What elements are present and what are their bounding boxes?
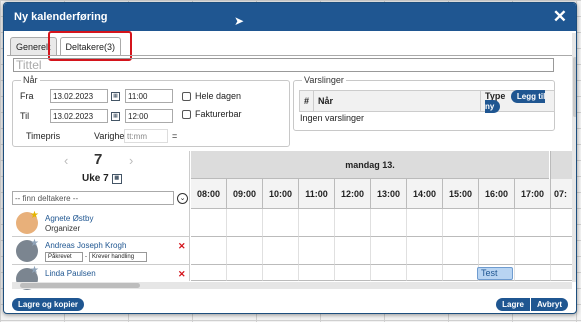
hour-label: 13:00 [371, 179, 407, 209]
scrollbar-thumb[interactable] [20, 283, 140, 288]
participant-name[interactable]: Linda Paulsen [45, 269, 96, 278]
duration-input[interactable]: tt:mm [124, 129, 168, 143]
hour-label: 11:00 [299, 179, 335, 209]
week-row: Uke 7 ▦ [82, 173, 127, 184]
from-row: Fra 13.02.2023 ▦ 11:00 [20, 89, 173, 103]
hour-label: 17:00 [515, 179, 551, 209]
participants-panel: ‹ 7 › Uke 7 ▦ -- finn deltakere -- ⌄ ★ A… [12, 151, 190, 290]
cancel-button[interactable]: Avbryt [530, 298, 568, 311]
to-row: Til 13.02.2023 ▦ 12:00 [20, 109, 173, 123]
to-time-input[interactable]: 12:00 [125, 109, 173, 123]
week-label: Uke 7 [82, 173, 109, 184]
hour-label: 09:00 [227, 179, 263, 209]
find-participants-row: -- finn deltakere -- ⌄ [12, 191, 190, 205]
participant-row: ★ Andreas Joseph Krogh Påkrevet - Krever… [12, 237, 190, 265]
separator: - [85, 254, 87, 260]
tab-highlight-annotation [48, 31, 132, 61]
participant-status-row: Påkrevet - Krever handling [45, 252, 147, 262]
hour-label: 12:00 [335, 179, 371, 209]
all-day-label: Hele dagen [195, 91, 242, 101]
hour-label: 07: [551, 179, 572, 209]
remove-participant-icon[interactable]: ✕ [178, 241, 186, 252]
tab-divider [7, 55, 573, 56]
grid-row [191, 265, 572, 281]
no-notifications-text: Ingen varslinger [300, 113, 365, 123]
when-legend: Når [23, 75, 38, 85]
calendar-entry-dialog: Ny kalenderføring ✕ Generelt Deltakere(3… [3, 2, 577, 314]
footer-actions: Lagre Avbryt [496, 298, 568, 311]
vertical-scrollbar[interactable] [572, 33, 576, 282]
chevron-down-icon[interactable]: ⌄ [177, 192, 188, 204]
calendar-icon[interactable]: ▦ [111, 91, 120, 101]
day-number: 7 [94, 151, 103, 168]
duration-label: Varighet [94, 131, 127, 141]
horizontal-scrollbar[interactable] [12, 282, 572, 289]
response-select[interactable]: Krever handling [89, 252, 147, 262]
hour-label: 15:00 [443, 179, 479, 209]
from-date-input[interactable]: 13.02.2023 [50, 89, 108, 103]
title-input[interactable]: Tittel [13, 58, 554, 72]
col-when: Når [313, 90, 481, 112]
hourly-price-label: Timepris [26, 131, 61, 141]
to-label: Til [20, 111, 30, 121]
hour-label: 16:00 [479, 179, 515, 209]
participant-role: Organizer [45, 224, 81, 233]
billable-checkbox[interactable] [182, 109, 191, 119]
all-day-row: Hele dagen [182, 91, 241, 101]
price-row: Timepris Varighet tt:mm = [26, 129, 177, 143]
dialog-titlebar: Ny kalenderføring [4, 3, 576, 31]
hour-label: 08:00 [191, 179, 227, 209]
col-hash: # [298, 90, 315, 112]
required-select[interactable]: Påkrevet [45, 252, 83, 262]
star-icon: ★ [30, 210, 39, 221]
scrollbar-thumb[interactable] [573, 57, 576, 117]
hour-label: 14:00 [407, 179, 443, 209]
all-day-checkbox[interactable] [182, 91, 191, 101]
from-time-input[interactable]: 11:00 [125, 89, 173, 103]
day-schedule-grid: mandag 13. 08:00 09:00 10:00 11:00 12:00… [191, 151, 572, 281]
equals-sign: = [172, 131, 178, 141]
mouse-cursor-icon: ➤ [234, 14, 245, 28]
hour-header-row: 08:00 09:00 10:00 11:00 12:00 13:00 14:0… [191, 179, 572, 209]
next-day-icon[interactable]: › [129, 153, 133, 168]
billable-row: Fakturerbar [182, 109, 242, 119]
col-type: Type Legg til ny [480, 90, 555, 113]
to-date-input[interactable]: 13.02.2023 [50, 109, 108, 123]
dialog-title: Ny kalenderføring [14, 11, 108, 23]
remove-participant-icon[interactable]: ✕ [178, 269, 186, 280]
event-block[interactable]: Test [477, 267, 513, 280]
save-and-copy-button[interactable]: Lagre og kopier [12, 298, 85, 311]
grid-row [191, 209, 572, 237]
hour-label: 10:00 [263, 179, 299, 209]
notifications-legend: Varslinger [304, 75, 344, 85]
save-button[interactable]: Lagre [496, 298, 530, 311]
close-icon[interactable]: ✕ [553, 7, 567, 27]
participant-row: ★ Linda Paulsen ✕ [12, 265, 190, 290]
find-participants-input[interactable]: -- finn deltakere -- [12, 191, 174, 205]
star-icon: ★ [30, 265, 39, 276]
participant-name[interactable]: Agnete Østby [45, 214, 93, 223]
day-header: mandag 13. [191, 151, 549, 179]
grid-row [191, 237, 572, 265]
billable-label: Fakturerbar [195, 109, 242, 119]
participant-name[interactable]: Andreas Joseph Krogh [45, 241, 126, 250]
week-calendar-icon[interactable]: ▦ [111, 173, 122, 184]
notifications-table: # Når Type Legg til ny [298, 90, 555, 113]
participant-row: ★ Agnete Østby Organizer [12, 208, 190, 237]
prev-day-icon[interactable]: ‹ [64, 153, 68, 168]
calendar-icon[interactable]: ▦ [111, 111, 120, 121]
star-icon: ★ [30, 238, 39, 249]
from-label: Fra [20, 91, 34, 101]
next-day-header [550, 151, 572, 179]
